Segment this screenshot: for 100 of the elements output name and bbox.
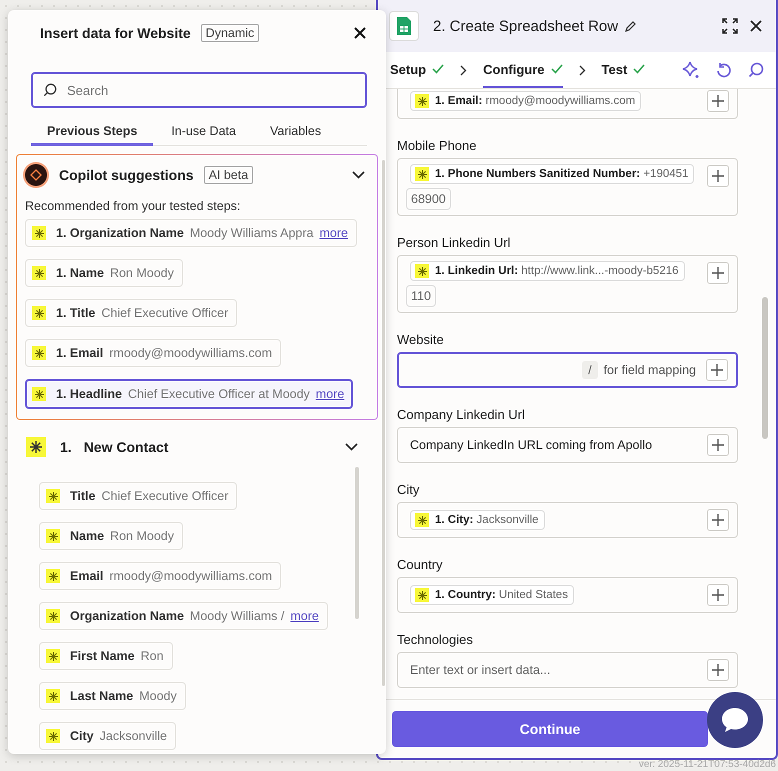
scrollbar[interactable] [762, 297, 768, 439]
add-button[interactable] [707, 584, 729, 606]
chip-value: Moody Williams Appra [190, 226, 314, 240]
step-icon [415, 94, 429, 108]
step-icon [46, 569, 60, 583]
add-button[interactable] [707, 434, 729, 456]
data-pill[interactable]: 1. Linkedin Url: http://www.link...-moody-b5216 [410, 261, 685, 281]
field-value: Company LinkedIn URL coming from Apollo [410, 438, 652, 452]
step-icon [32, 266, 46, 280]
chip-label: 1. Title [56, 306, 96, 320]
popover-title: Insert data for Website [40, 25, 191, 41]
step-icon [415, 167, 429, 181]
input-field[interactable]: / for field mapping [397, 352, 738, 388]
step-icon [46, 649, 60, 663]
more-link[interactable]: more [319, 226, 348, 240]
data-pill[interactable]: 1. Country: United States [410, 585, 574, 605]
chevron-right-icon [578, 64, 586, 76]
step-tab[interactable]: Setup [390, 52, 444, 88]
copilot-icon [25, 164, 47, 186]
step-icon [46, 729, 60, 743]
chip-value: Ron [140, 649, 164, 663]
data-pill[interactable]: 110 [406, 285, 436, 307]
step-icon [46, 609, 60, 623]
data-pill[interactable]: 68900 [406, 188, 451, 210]
add-button[interactable] [707, 659, 729, 681]
chip-value: Ron Moody [110, 266, 174, 280]
plus-icon [712, 664, 724, 676]
more-link[interactable]: more [316, 387, 344, 401]
section-title: Copilot suggestions [59, 167, 194, 183]
step-icon [46, 489, 60, 503]
chevron-down-icon[interactable] [352, 171, 365, 179]
input-field[interactable]: 1. Country: United States [397, 577, 738, 613]
field-label: Mobile Phone [397, 138, 478, 153]
chip-label: Last Name [70, 689, 134, 703]
field-label: Technologies [397, 632, 474, 647]
add-button[interactable] [706, 359, 728, 381]
chip-label: 1. Name [56, 266, 104, 280]
chip-label: Email [70, 569, 104, 583]
data-chip[interactable]: 1. Email rmoody@moodywilliams.com [25, 339, 281, 367]
undo-icon[interactable] [716, 62, 732, 78]
field-label: Person Linkedin Url [397, 235, 512, 250]
continue-button[interactable]: Continue [392, 711, 708, 747]
search-icon [43, 83, 57, 97]
tab[interactable]: Previous Steps [31, 122, 154, 146]
data-pill[interactable]: 1. Email: rmoody@moodywilliams.com [410, 91, 642, 111]
chip-value: Chief Executive Officer [101, 489, 228, 503]
field-label: Country [397, 557, 444, 572]
tab[interactable]: Variables [254, 122, 338, 146]
input-field[interactable]: 1. Email: rmoody@moodywilliams.com [397, 89, 738, 119]
chip-label: Name [70, 529, 104, 543]
step-tab[interactable]: Test [602, 52, 646, 88]
search-icon[interactable] [748, 62, 764, 78]
chevron-down-icon[interactable] [345, 443, 358, 451]
input-field[interactable]: 1. City: Jacksonville [397, 502, 738, 538]
chip-value: Jacksonville [100, 729, 168, 743]
field-label: City [397, 482, 420, 497]
search-input[interactable]: Search [65, 82, 355, 98]
scrollbar[interactable] [355, 467, 359, 619]
plus-icon [712, 439, 724, 451]
more-link[interactable]: more [290, 609, 319, 623]
step-icon [32, 387, 46, 401]
tab[interactable]: In-use Data [155, 122, 252, 146]
data-chip[interactable]: 1. Name Ron Moody [25, 259, 183, 287]
slash-key: / [582, 361, 598, 379]
step-icon [415, 588, 429, 602]
add-button[interactable] [707, 90, 729, 112]
step-icon [26, 437, 46, 457]
data-pill[interactable]: 1. Phone Numbers Sanitized Number: +190451 [410, 164, 694, 184]
close-icon[interactable] [750, 20, 762, 32]
chip-value: Chief Executive Officer at Moody [128, 387, 310, 401]
data-chip[interactable]: 1. Headline Chief Executive Officer at Moody more [25, 379, 354, 409]
input-field[interactable]: Company LinkedIn URL coming from Apollo [397, 427, 738, 463]
close-icon[interactable] [354, 27, 366, 39]
input-field[interactable]: 1. Phone Numbers Sanitized Number: +190451 68900 [397, 158, 738, 216]
chip-value: rmoody@moodywilliams.com [109, 569, 272, 583]
step-icon [415, 264, 429, 278]
chip-label: Title [70, 489, 96, 503]
spreadsheet-icon [389, 11, 419, 41]
data-chip[interactable]: 1. Title Chief Executive Officer [25, 299, 238, 327]
search-field[interactable]: Search [31, 72, 367, 108]
input-field[interactable]: Enter text or insert data... [397, 652, 738, 688]
data-pill[interactable]: 1. City: Jacksonville [410, 510, 545, 530]
sparkle-icon[interactable] [682, 61, 700, 79]
chip-value: rmoody@moodywilliams.com [109, 346, 272, 360]
add-button[interactable] [707, 262, 729, 284]
plus-icon [711, 364, 723, 376]
chip-value: Ron Moody [110, 529, 174, 543]
add-button[interactable] [707, 165, 729, 187]
input-field[interactable]: 1. Linkedin Url: http://www.link...-moody-b5216 110 [397, 255, 738, 313]
chevron-right-icon [460, 64, 468, 76]
add-button[interactable] [707, 509, 729, 531]
field-label: Website [397, 332, 445, 347]
pencil-icon[interactable] [624, 20, 638, 32]
data-chip[interactable]: 1. Organization Name Moody Williams Appra more [25, 219, 357, 247]
chip-label: 1. Email [56, 346, 104, 360]
check-icon [633, 64, 646, 74]
field-hint: for field mapping [604, 363, 696, 377]
chip-label: 1. Organization Name [56, 226, 184, 240]
expand-icon[interactable] [722, 18, 738, 34]
step-icon [46, 689, 60, 703]
